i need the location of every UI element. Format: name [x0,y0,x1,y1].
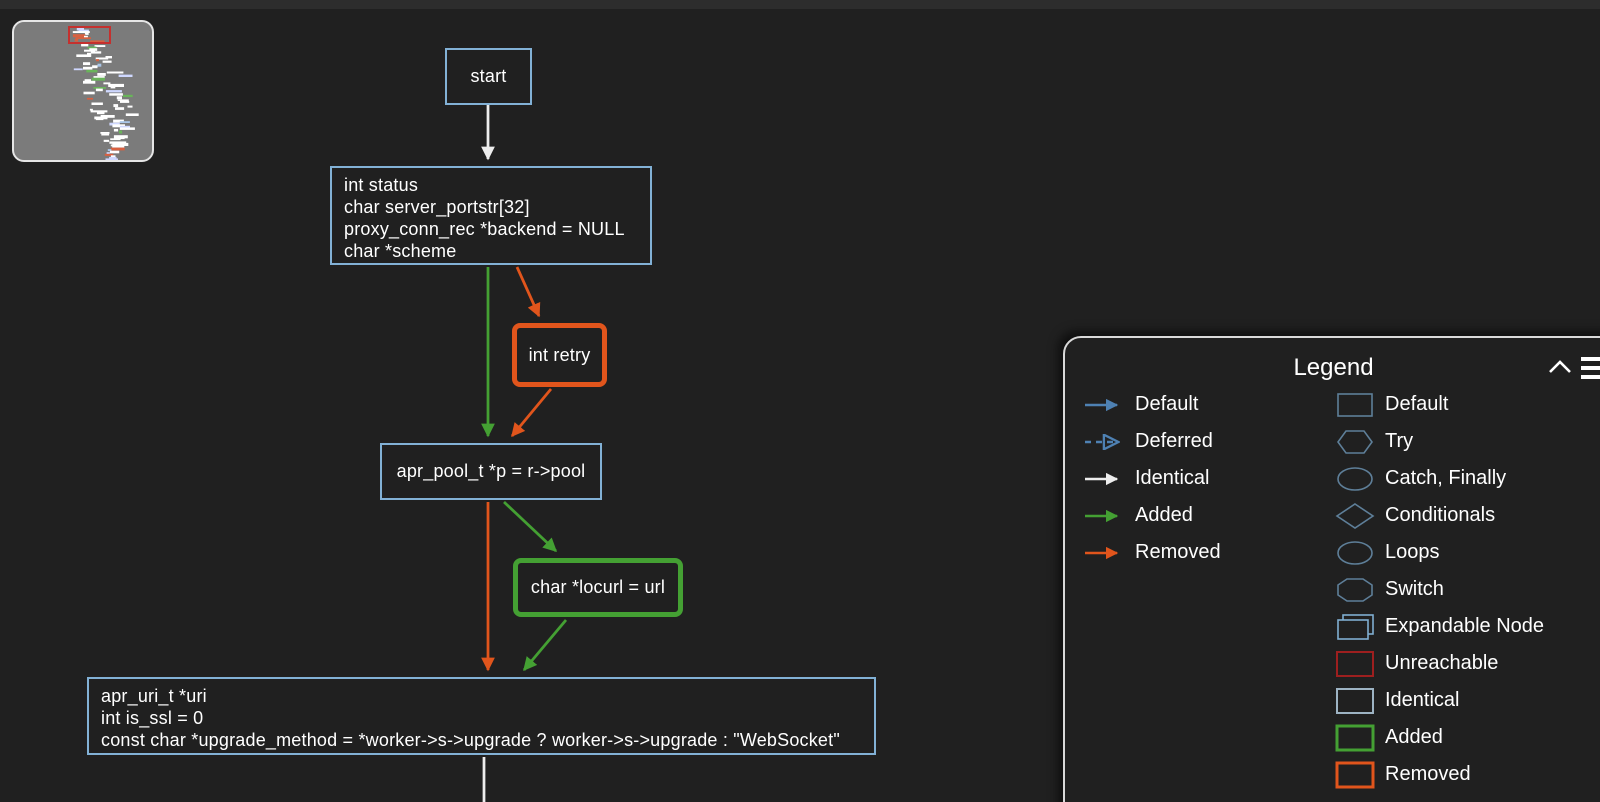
legend-label: Default [1385,393,1449,415]
legend-node-row-unreachable: Unreachable [1335,645,1544,682]
legend-label: Identical [1135,467,1210,489]
identical-node-icon [1336,687,1374,714]
legend-label: Identical [1385,689,1460,711]
node-line: const char *upgrade_method = *worker->s-… [101,730,840,750]
node-label: apr_pool_t *p = r->pool [396,461,586,481]
edge-pool-to-locurl [503,500,558,553]
legend-node-row-loops: Loops [1335,534,1544,571]
legend-panel: Legend Default Deferred Identical Added … [1063,336,1600,802]
default-edge-icon [1085,398,1119,411]
legend-label: Deferred [1135,430,1213,452]
legend-node-row-default: Default [1335,386,1544,423]
edge-declarations-to-retry [515,266,541,318]
legend-edge-row-default: Default [1083,386,1221,423]
legend-collapse-button[interactable] [1547,358,1573,376]
node-line: char *scheme [344,241,457,261]
node-line: int is_ssl = 0 [101,708,204,728]
legend-menu-button[interactable] [1581,356,1600,380]
added-edge-icon [1085,509,1119,522]
legend-node-row-catch-finally: Catch, Finally [1335,460,1544,497]
default-node-icon [1337,392,1373,417]
legend-label: Try [1385,430,1414,452]
node-uri-declarations[interactable]: apr_uri_t *uri int is_ssl = 0 const char… [87,677,876,755]
legend-label: Default [1135,393,1199,415]
app-root: start int status char server_portstr[32]… [0,0,1600,802]
legend-label: Switch [1385,578,1444,600]
node-pool[interactable]: apr_pool_t *p = r->pool [380,443,602,500]
node-label: start [470,66,507,86]
node-line: apr_uri_t *uri [101,686,207,706]
legend-node-column: Default Try Catch, Finally Conditionals … [1335,386,1544,793]
minimap[interactable] [12,20,154,162]
removed-node-icon [1335,761,1375,788]
legend-title: Legend [1293,354,1374,381]
legend-label: Removed [1135,541,1221,563]
legend-node-row-added: Added [1335,719,1544,756]
chevron-up-icon [1549,360,1571,373]
legend-edge-row-deferred: Deferred [1083,423,1221,460]
legend-node-row-removed: Removed [1335,756,1544,793]
node-start[interactable]: start [445,48,532,105]
legend-label: Removed [1385,763,1471,785]
legend-edge-column: Default Deferred Identical Added Removed [1083,386,1221,571]
node-declarations[interactable]: int status char server_portstr[32] proxy… [330,166,652,265]
deferred-edge-icon [1085,434,1129,450]
legend-label: Unreachable [1385,652,1499,674]
ellipse-node-icon [1337,540,1373,565]
legend-edge-row-identical: Identical [1083,460,1221,497]
minimap-viewport[interactable] [68,26,111,44]
legend-node-row-expandable: Expandable Node [1335,608,1544,645]
edge-retry-to-pool [510,388,553,438]
node-locurl-added[interactable]: char *locurl = url [513,558,683,617]
legend-label: Conditionals [1385,504,1496,526]
legend-edge-row-removed: Removed [1083,534,1221,571]
legend-node-row-identical: Identical [1335,682,1544,719]
legend-node-row-try: Try [1335,423,1544,460]
removed-edge-icon [1085,546,1119,559]
unreachable-node-icon [1336,650,1374,677]
legend-label: Loops [1385,541,1440,563]
legend-label: Added [1385,726,1443,748]
node-retry-removed[interactable]: int retry [512,323,607,387]
legend-label: Expandable Node [1385,615,1545,637]
legend-header: Legend [1065,338,1600,388]
legend-node-row-switch: Switch [1335,571,1544,608]
node-line: proxy_conn_rec *backend = NULL [344,219,625,239]
legend-node-row-conditionals: Conditionals [1335,497,1544,534]
expandable-node-icon [1337,613,1374,640]
legend-label: Catch, Finally [1385,467,1507,489]
node-label: char *locurl = url [530,577,666,597]
hamburger-icon [1581,357,1600,379]
legend-label: Added [1135,504,1193,526]
added-node-icon [1335,724,1375,751]
octagon-node-icon [1337,577,1373,602]
diamond-node-icon [1335,502,1375,529]
ellipse-node-icon [1337,466,1373,491]
identical-edge-icon [1085,472,1119,485]
node-label: int retry [528,344,591,365]
node-line: char server_portstr[32] [344,197,530,217]
hexagon-node-icon [1337,429,1373,454]
node-line: int status [344,175,419,195]
legend-edge-row-added: Added [1083,497,1221,534]
edge-locurl-to-uri [522,619,568,672]
